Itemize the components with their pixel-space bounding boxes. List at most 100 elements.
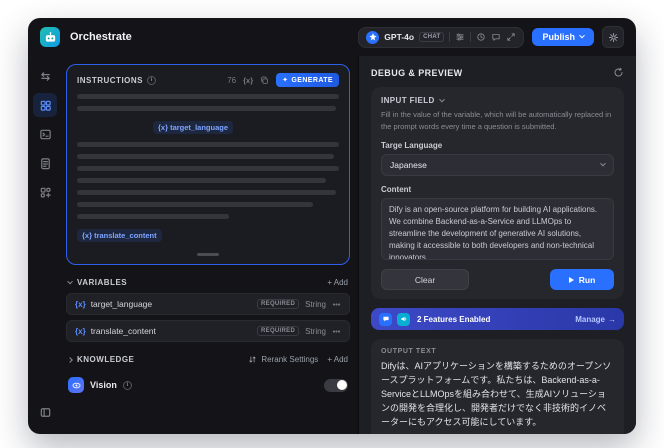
settings-button[interactable]: [602, 26, 624, 48]
info-icon: i: [147, 75, 156, 85]
conversation-opener-icon: [379, 312, 392, 326]
info-icon: i: [122, 380, 132, 390]
debug-preview-panel: DEBUG & PREVIEW INPUT FIELD Fill in the …: [358, 56, 636, 434]
input-field-header[interactable]: INPUT FIELD: [381, 96, 614, 105]
resize-handle[interactable]: [197, 253, 219, 256]
generate-button[interactable]: ✦ GENERATE: [276, 73, 339, 87]
variable-insert-icon[interactable]: {x}: [243, 76, 253, 85]
model-mode-badge: CHAT: [419, 32, 445, 42]
output-title: OUTPUT TEXT: [381, 348, 437, 356]
skeleton-line: [77, 94, 339, 99]
variable-settings-icon[interactable]: [332, 327, 341, 336]
exchange-icon: [40, 71, 50, 81]
skeleton-line: [77, 154, 334, 159]
target-language-select[interactable]: Japanese: [381, 154, 614, 177]
chevron-right-icon[interactable]: [67, 356, 73, 363]
instructions-header: INSTRUCTIONS i 76 {x} ✦ GENERATE: [77, 73, 339, 87]
variable-type-label: String: [305, 326, 326, 336]
content-label: Content: [381, 185, 412, 195]
text-to-speech-icon: [397, 312, 410, 326]
sidebar-item-orchestrate[interactable]: [33, 93, 57, 117]
chevron-down-icon[interactable]: [67, 278, 73, 284]
variable-type-icon: {x}: [75, 299, 86, 309]
vision-feature-row: Vision i: [68, 377, 348, 393]
skeleton-line: [77, 142, 339, 147]
app-window: Orchestrate GPT-4o CHAT Publish INSTRUCT…: [28, 18, 636, 434]
collapse-sidebar-button[interactable]: [33, 400, 57, 424]
publish-button[interactable]: Publish: [532, 28, 594, 46]
features-bar[interactable]: 2 Features Enabled Manage →: [371, 308, 624, 331]
page-title: Orchestrate: [70, 31, 132, 43]
skeleton-line: [77, 106, 337, 111]
model-params-icon[interactable]: [455, 32, 465, 42]
manage-features-button[interactable]: Manage →: [575, 315, 616, 324]
sidebar-item-logs[interactable]: [33, 151, 57, 175]
copy-icon[interactable]: [260, 76, 269, 85]
variables-title: VARIABLES: [77, 278, 128, 287]
clear-button[interactable]: Clear: [381, 269, 469, 291]
divider: [470, 32, 472, 42]
required-badge: REQUIRED: [257, 299, 300, 309]
history-icon[interactable]: [476, 32, 486, 42]
sidebar-item-extensions[interactable]: [33, 180, 57, 204]
orchestrate-panel: INSTRUCTIONS i 76 {x} ✦ GENERATE {x} tar…: [62, 56, 358, 434]
skeleton-line: [77, 178, 326, 183]
target-language-value: Japanese: [390, 160, 427, 171]
variable-type-icon: {x}: [75, 326, 86, 336]
model-name: GPT-4o: [384, 32, 415, 42]
rerank-settings-button[interactable]: Rerank Settings: [248, 355, 318, 364]
variable-name: translate_content: [90, 326, 156, 336]
arrow-right-icon: →: [608, 314, 616, 324]
chevron-down-icon: [600, 161, 606, 167]
skeleton-line: [77, 214, 229, 219]
play-icon: [568, 276, 574, 283]
refresh-icon: [614, 67, 623, 77]
input-field-title: INPUT FIELD: [381, 96, 435, 105]
char-count: 76: [227, 75, 237, 85]
sidebar-item-api[interactable]: [33, 122, 57, 146]
collapse-sidebar-icon: [40, 407, 50, 417]
add-knowledge-button[interactable]: + Add: [327, 355, 348, 364]
output-text: Difyは、AIアプリケーションを構築するためのオープンソースプラットフォームで…: [381, 361, 612, 427]
conversation-icon[interactable]: [491, 32, 501, 42]
run-button[interactable]: Run: [550, 269, 614, 291]
knowledge-section-header: KNOWLEDGE Rerank Settings + Add: [67, 355, 348, 364]
restart-button[interactable]: [613, 67, 624, 78]
vision-toggle[interactable]: [324, 378, 348, 392]
input-field-card: INPUT FIELD Fill in the value of the var…: [371, 87, 624, 300]
rerank-icon: [249, 356, 257, 363]
output-card: OUTPUT TEXT Difyは、AIアプリケーションを構築するためのオープン…: [371, 339, 624, 434]
skeleton-line: [77, 190, 337, 195]
maximize-icon[interactable]: [506, 32, 516, 42]
required-badge: REQUIRED: [257, 326, 300, 336]
debug-actions-row: Clear Run: [381, 269, 614, 291]
model-provider-icon: [366, 30, 380, 44]
divider: [449, 32, 451, 42]
variable-settings-icon[interactable]: [332, 300, 341, 309]
variable-row-target-language[interactable]: {x} target_language REQUIRED String: [66, 293, 350, 315]
sidebar-item-back[interactable]: [33, 64, 57, 88]
blocks-icon: [40, 187, 51, 198]
nav-rail: [28, 56, 62, 434]
grid-icon: [40, 100, 51, 111]
manage-label: Manage: [575, 314, 605, 324]
variable-row-translate-content[interactable]: {x} translate_content REQUIRED String: [66, 320, 350, 342]
variable-name: target_language: [90, 299, 153, 309]
model-selector[interactable]: GPT-4o CHAT: [358, 26, 525, 48]
features-enabled-label: 2 Features Enabled: [417, 314, 491, 324]
prompt-variable-row: {x} translate_content: [77, 225, 339, 243]
prompt-variable-row: {x} target_language: [77, 117, 339, 135]
vision-label: Vision: [90, 380, 117, 390]
gear-icon: [608, 32, 618, 42]
content-textarea[interactable]: Dify is an open-source platform for buil…: [381, 198, 614, 261]
sparkle-icon: ✦: [282, 77, 289, 84]
variable-chip-translate-content[interactable]: {x} translate_content: [77, 229, 162, 242]
generate-label: GENERATE: [291, 76, 333, 84]
add-variable-button[interactable]: + Add: [327, 278, 348, 287]
file-text-icon: [40, 157, 50, 169]
variable-chip-target-language[interactable]: {x} target_language: [153, 121, 234, 134]
chevron-down-icon: [579, 32, 585, 39]
knowledge-title: KNOWLEDGE: [77, 355, 135, 364]
app-logo-icon: [40, 27, 60, 47]
input-field-description: Fill in the value of the variable, which…: [381, 110, 612, 131]
